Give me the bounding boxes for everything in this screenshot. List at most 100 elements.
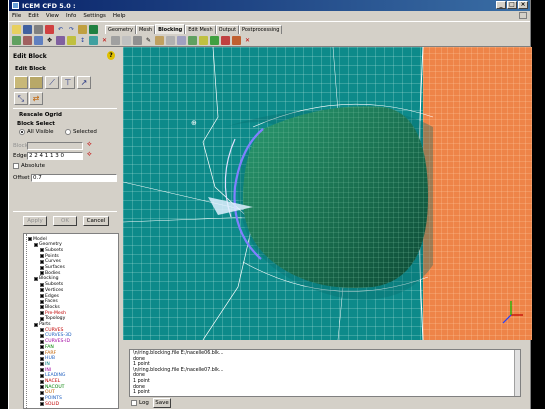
- close-button[interactable]: ×: [518, 1, 528, 9]
- tree-checkbox[interactable]: [40, 328, 44, 333]
- smoothing-icon[interactable]: [221, 36, 230, 45]
- tree-checkbox[interactable]: [40, 254, 44, 259]
- change-block-type-icon[interactable]: ↗: [77, 76, 91, 89]
- tree-checkbox[interactable]: [40, 271, 44, 276]
- tree-checkbox[interactable]: [40, 385, 44, 390]
- split-block-icon[interactable]: [122, 36, 131, 45]
- restore-icon[interactable]: [519, 12, 527, 19]
- rescale-ogrid-icon[interactable]: ⊤: [61, 76, 75, 89]
- tree-checkbox[interactable]: [40, 259, 44, 264]
- tree-checkbox[interactable]: [40, 396, 44, 401]
- delete-icon[interactable]: ✕: [100, 36, 109, 45]
- tree-checkbox[interactable]: [34, 276, 38, 281]
- tree-checkbox[interactable]: [40, 390, 44, 395]
- menu-settings[interactable]: Settings: [83, 13, 106, 19]
- save-log-button[interactable]: Save: [153, 398, 171, 408]
- graphics-viewport[interactable]: ⊕: [123, 47, 532, 340]
- periodic-icon[interactable]: ⤡: [14, 92, 28, 105]
- tree-checkbox[interactable]: [34, 242, 38, 247]
- tree-checkbox[interactable]: [40, 379, 44, 384]
- merge-vertices-icon[interactable]: [133, 36, 142, 45]
- edit-block-icon[interactable]: ✎: [144, 36, 153, 45]
- redo-icon[interactable]: ↷: [67, 25, 76, 34]
- tree-checkbox[interactable]: [40, 402, 44, 407]
- tree-checkbox[interactable]: [40, 362, 44, 367]
- console-scrollbar[interactable]: [514, 350, 520, 396]
- move-vertex-icon[interactable]: [166, 36, 175, 45]
- help-icon[interactable]: ?: [107, 51, 115, 60]
- tree-checkbox[interactable]: [40, 345, 44, 350]
- premesh-quality-icon[interactable]: [210, 36, 219, 45]
- console-output[interactable]: \n/ring.blocking.file E:/nacelle06.blk..…: [129, 349, 521, 397]
- delete-block-icon[interactable]: ✕: [243, 36, 252, 45]
- fit-icon[interactable]: [12, 36, 21, 45]
- tree-checkbox[interactable]: [40, 294, 44, 298]
- selected-radio[interactable]: [65, 129, 71, 135]
- open-icon[interactable]: [12, 25, 21, 34]
- tree-checkbox[interactable]: [40, 265, 44, 270]
- tree-checkbox[interactable]: [40, 339, 44, 344]
- checks-icon[interactable]: [232, 36, 241, 45]
- menu-view[interactable]: View: [46, 13, 59, 19]
- undo-icon[interactable]: ↶: [56, 25, 65, 34]
- tree-checkbox[interactable]: [40, 368, 44, 373]
- tree-checkbox[interactable]: [40, 333, 44, 338]
- rotate-icon[interactable]: [34, 36, 43, 45]
- transform-icon[interactable]: [177, 36, 186, 45]
- all-visible-radio[interactable]: [19, 129, 25, 135]
- convert-block-icon[interactable]: [29, 76, 43, 89]
- tree-checkbox[interactable]: [40, 305, 44, 310]
- tab-mesh[interactable]: Mesh: [135, 25, 156, 34]
- mesh-icon[interactable]: [89, 25, 98, 34]
- log-checkbox[interactable]: [131, 400, 137, 406]
- tab-geometry[interactable]: Geometry: [105, 25, 136, 34]
- offset-field[interactable]: 0.7: [31, 174, 117, 182]
- geometry-icon[interactable]: [45, 25, 54, 34]
- ok-button[interactable]: OK: [53, 216, 77, 226]
- associate-icon[interactable]: [155, 36, 164, 45]
- edge-field[interactable]: 2 2 4 1 1 3 0: [27, 152, 83, 160]
- tree-checkbox[interactable]: [40, 288, 44, 293]
- create-block-icon[interactable]: [111, 36, 120, 45]
- tree-checkbox[interactable]: [40, 299, 44, 304]
- select-edge-icon[interactable]: ⟡: [87, 150, 92, 159]
- tab-postprocessing[interactable]: Postprocessing: [239, 25, 283, 34]
- menu-info[interactable]: Info: [66, 13, 76, 19]
- pan-icon[interactable]: ✥: [45, 36, 54, 45]
- folder-icon[interactable]: [78, 25, 87, 34]
- modify-ogrid-icon[interactable]: ⟋: [45, 76, 59, 89]
- tree-checkbox[interactable]: [40, 373, 44, 378]
- tree-checkbox[interactable]: [28, 237, 32, 241]
- tree-checkbox[interactable]: [40, 311, 44, 316]
- tree-checkbox[interactable]: [40, 351, 44, 355]
- tree-item[interactable]: SOLID: [40, 401, 59, 407]
- maximize-button[interactable]: □: [507, 1, 517, 9]
- menu-file[interactable]: File: [12, 13, 21, 19]
- mesh-view[interactable]: ⊕: [123, 47, 532, 340]
- measure-icon[interactable]: ↕: [78, 36, 87, 45]
- premesh-params-icon[interactable]: [199, 36, 208, 45]
- print-icon[interactable]: [34, 25, 43, 34]
- tree-checkbox[interactable]: [40, 316, 44, 321]
- tab-blocking[interactable]: Blocking: [155, 24, 186, 34]
- save-icon[interactable]: [23, 25, 32, 34]
- absolute-checkbox[interactable]: [13, 163, 19, 169]
- menu-help[interactable]: Help: [113, 13, 126, 19]
- select-block-icon[interactable]: ⟡: [87, 140, 92, 149]
- apply-button[interactable]: Apply: [23, 216, 47, 226]
- tree-checkbox[interactable]: [40, 248, 44, 253]
- block-field[interactable]: [27, 142, 83, 150]
- wireframe-icon[interactable]: [56, 36, 65, 45]
- cancel-button[interactable]: Cancel: [83, 216, 109, 226]
- edit-edge-icon[interactable]: [188, 36, 197, 45]
- menu-edit[interactable]: Edit: [28, 13, 39, 19]
- tab-output[interactable]: Output: [215, 25, 240, 34]
- orientation-icon[interactable]: ⇄: [29, 92, 43, 105]
- tree-checkbox[interactable]: [40, 356, 44, 361]
- tree-checkbox[interactable]: [40, 282, 44, 287]
- minimize-button[interactable]: _: [496, 1, 506, 9]
- tab-edit-mesh[interactable]: Edit Mesh: [185, 25, 216, 34]
- merge-blocks-icon[interactable]: [14, 76, 28, 89]
- dynamic-icon[interactable]: [89, 36, 98, 45]
- zoom-icon[interactable]: [23, 36, 32, 45]
